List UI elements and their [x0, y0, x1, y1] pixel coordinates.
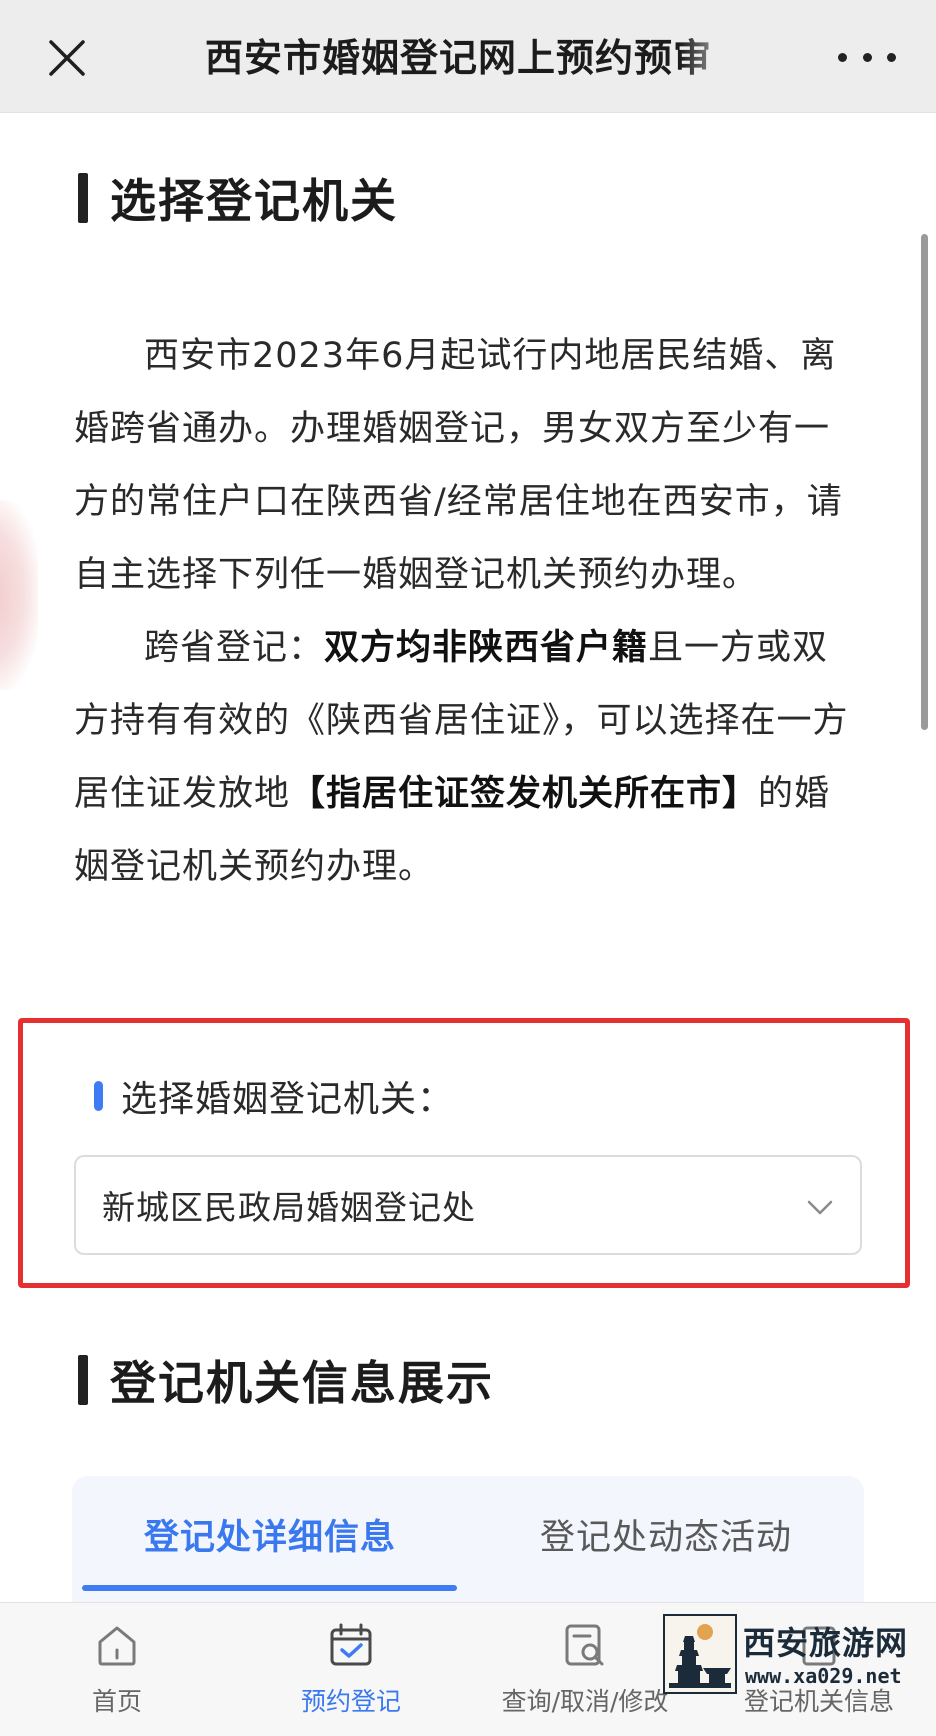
bold-segment: 双方均非陕西省户籍 [324, 628, 649, 668]
top-nav-bar: 西安市婚姻登记网上预约预审 [0, 0, 936, 113]
edge-blur-decoration [0, 500, 38, 690]
label-marker [94, 1081, 103, 1111]
pagoda-logo-icon [663, 1614, 737, 1694]
office-select-dropdown[interactable]: 新城区民政局婚姻登记处 [74, 1155, 862, 1255]
bottom-nav-label: 查询/取消/修改 [501, 1687, 669, 1716]
watermark-logo: 西安旅游网 www.xa029.net [663, 1614, 936, 1702]
home-icon [98, 1626, 136, 1666]
active-tab-indicator [82, 1585, 457, 1591]
calendar-check-icon [330, 1623, 372, 1666]
bottom-nav-booking[interactable]: 预约登记 [251, 1620, 451, 1724]
bottom-nav-label: 首页 [91, 1687, 142, 1716]
section-heading-select-office: 选择登记机关 [78, 166, 398, 230]
heading-bar [78, 173, 88, 223]
intro-paragraph-2: 跨省登记：双方均非陕西省户籍且一方或双方持有有效的《陕西省居住证》，可以选择在一… [74, 612, 864, 904]
section-title: 选择登记机关 [110, 174, 398, 228]
tab-office-details[interactable]: 登记处详细信息 [144, 1508, 396, 1568]
text-segment: 跨省登记： [144, 628, 325, 668]
selector-label-text: 选择婚姻登记机关： [121, 1079, 455, 1120]
heading-bar [78, 1355, 88, 1405]
more-button[interactable] [838, 42, 896, 72]
chevron-down-icon [807, 1200, 833, 1215]
close-button[interactable] [40, 34, 94, 82]
search-document-icon [565, 1624, 604, 1666]
more-dots-icon [838, 52, 847, 62]
page-title: 西安市婚姻登记网上预约预审 [205, 36, 713, 80]
scrollbar[interactable] [921, 234, 928, 730]
section-heading-office-info: 登记机关信息展示 [78, 1348, 494, 1412]
selector-label: 选择婚姻登记机关： [94, 1066, 454, 1126]
bottom-nav-home[interactable]: 首页 [17, 1620, 217, 1724]
watermark-url: www.xa029.net [745, 1664, 902, 1688]
bottom-nav-query[interactable]: 查询/取消/修改 [485, 1620, 685, 1724]
section-title: 登记机关信息展示 [110, 1356, 494, 1410]
intro-paragraph-1: 西安市2023年6月起试行内地居民结婚、离婚跨省通办。办理婚姻登记，男女双方至少… [74, 336, 843, 595]
tab-office-activities[interactable]: 登记处动态活动 [540, 1508, 792, 1568]
close-icon [49, 40, 85, 76]
bold-segment: 【指居住证签发机关所在市】 [290, 774, 759, 814]
watermark-title: 西安旅游网 [743, 1624, 909, 1662]
office-select-value: 新城区民政局婚姻登记处 [102, 1188, 476, 1227]
intro-text: 西安市2023年6月起试行内地居民结婚、离婚跨省通办。办理婚姻登记，男女双方至少… [74, 320, 864, 904]
bottom-nav-label: 预约登记 [300, 1687, 401, 1716]
